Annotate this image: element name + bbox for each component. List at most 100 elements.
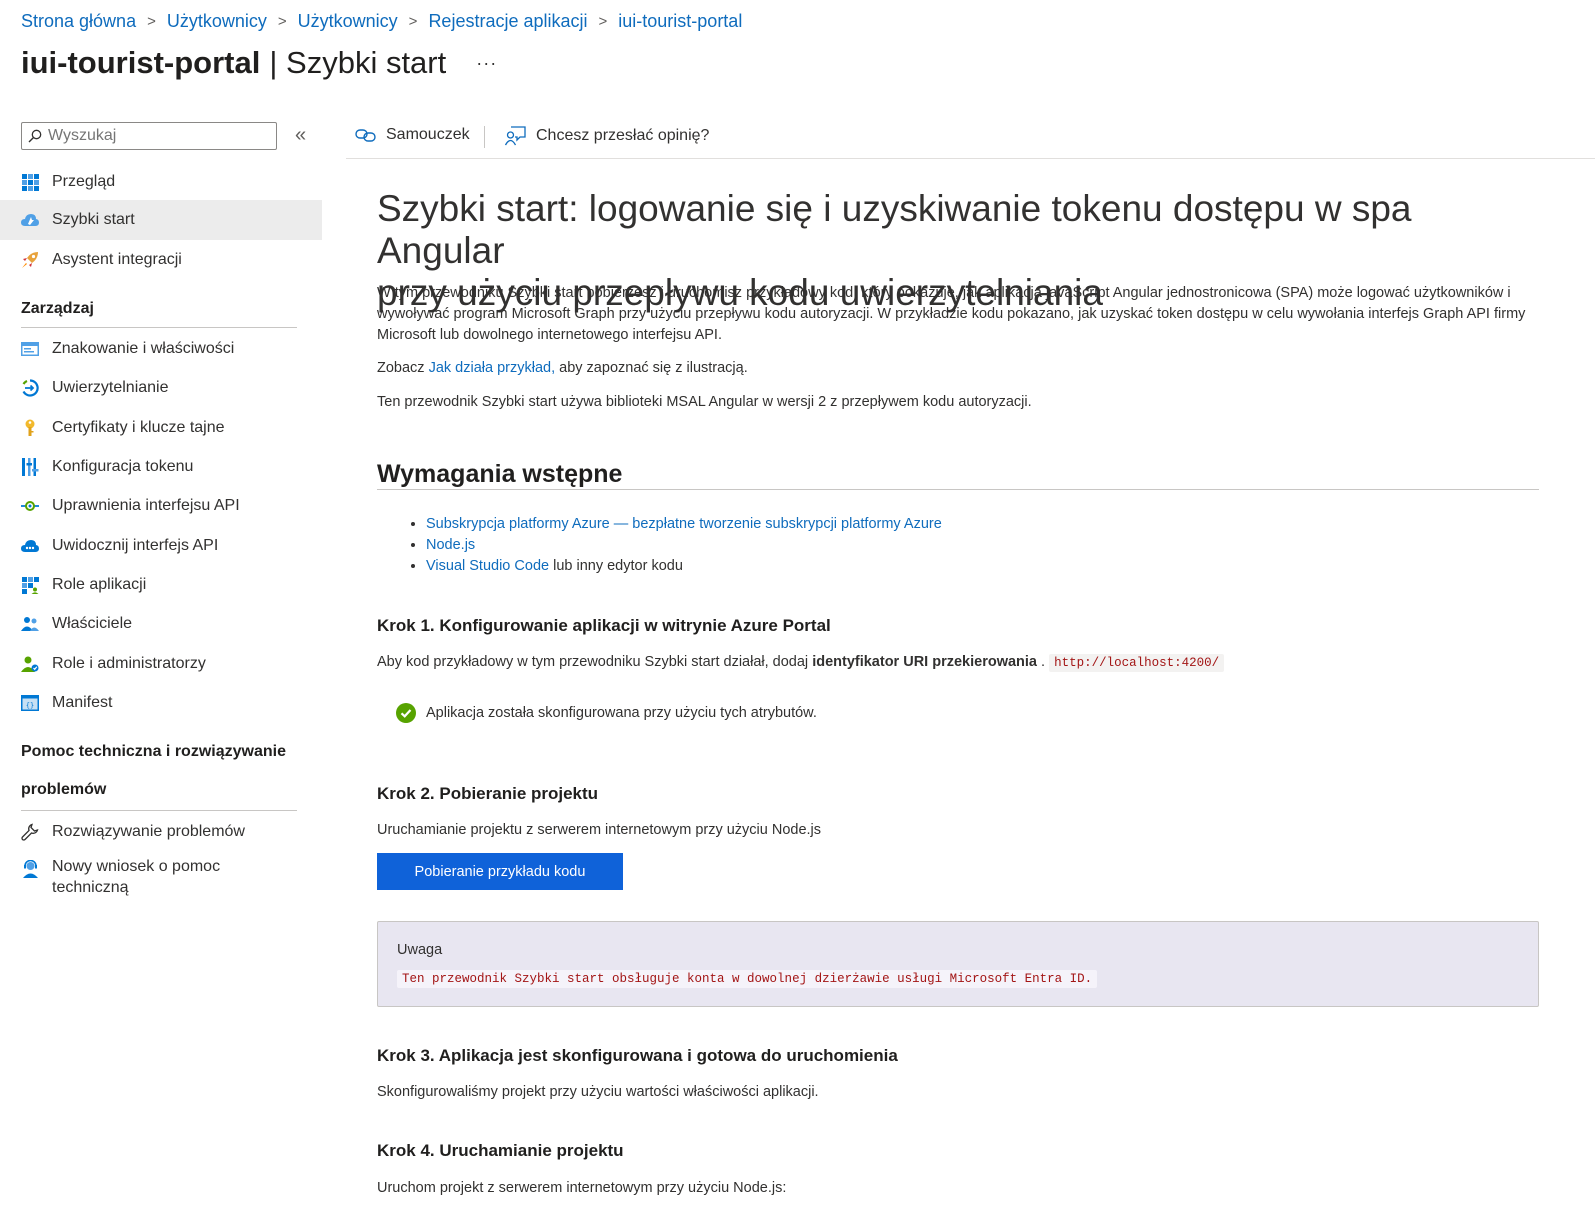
sidebar-item-label: Szybki start [52,211,135,228]
roles-admins-icon [21,655,39,673]
support-heading-line1: Pomoc techniczna i rozwiązywanie [21,743,286,760]
heading-underline [377,489,1539,490]
sidebar-item-quickstart[interactable]: Szybki start [0,200,322,240]
editor-text: lub inny edytor kodu [549,558,683,574]
expose-api-cloud-icon [21,537,39,555]
breadcrumb: Strona główna > Użytkownicy > Użytkownic… [21,11,742,32]
quickstart-title-line1: Szybki start: logowanie się i uzyskiwani… [377,188,1412,271]
wrench-icon [21,823,39,841]
sidebar: « Przegląd Szybki start [0,122,322,896]
sidebar-item-expose-api[interactable]: Uwidocznij interfejs API [0,526,322,566]
sidebar-item-label-line1: Nowy wniosek o pomoc [52,858,221,875]
chevron-right-icon: > [408,13,418,30]
feedback-button[interactable]: Chcesz przesłać opinię? [505,126,709,146]
redirect-uri-code: http://localhost:4200/ [1049,654,1225,672]
sidebar-item-label: Uprawnienia interfejsu API [52,497,240,514]
step1-paragraph: Aby kod przykładowy w tym przewodniku Sz… [377,652,1527,674]
check-circle-icon [396,703,416,723]
note-body: Ten przewodnik Szybki start obsługuje ko… [397,969,1098,988]
search-box[interactable] [21,122,277,150]
sidebar-item-api-permissions[interactable]: Uprawnienia interfejsu API [0,486,322,526]
support-heading: Pomoc techniczna i rozwiązywanie problem… [21,743,286,799]
breadcrumb-home[interactable]: Strona główna [21,11,136,32]
step3-heading: Krok 3. Aplikacja jest skonfigurowana i … [377,1046,898,1065]
sidebar-item-new-support-request[interactable]: Nowy wniosek o pomoc techniczną [0,856,322,904]
app-roles-grid-icon [21,576,39,594]
sidebar-item-label: Role i administratorzy [52,655,206,672]
step4-paragraph: Uruchom projekt z serwerem internetowym … [377,1180,787,1196]
how-sample-works-link[interactable]: Jak działa przykład, [429,360,556,376]
list-item: Subskrypcja platformy Azure — bezpłatne … [426,514,942,535]
breadcrumb-users-2[interactable]: Użytkownicy [298,11,398,32]
feedback-label: Chcesz przesłać opinię? [536,127,710,144]
sidebar-item-label: Znakowanie i właściwości [52,340,235,357]
divider [21,327,297,328]
sidebar-item-troubleshooting[interactable]: Rozwiązywanie problemów [0,812,322,852]
token-bars-icon [21,458,39,476]
sidebar-item-label: Nowy wniosek o pomoc techniczną [52,856,220,898]
manifest-icon: {} [21,694,39,712]
breadcrumb-users[interactable]: Użytkownicy [167,11,267,32]
sidebar-item-authentication[interactable]: Uwierzytelnianie [0,368,322,408]
sidebar-item-label: Asystent integracji [52,251,182,268]
page-title: iui-tourist-portal | Szybki start ··· [21,45,497,81]
prerequisites-list: Subskrypcja platformy Azure — bezpłatne … [407,514,942,577]
chevron-right-icon: > [277,13,287,30]
feedback-icon [505,126,526,146]
owners-icon [21,615,39,633]
breadcrumb-app[interactable]: iui-tourist-portal [618,11,742,32]
sidebar-item-label: Uwierzytelnianie [52,379,169,396]
breadcrumb-app-registrations[interactable]: Rejestracje aplikacji [428,11,587,32]
download-sample-button[interactable]: Pobieranie przykładu kodu [377,853,623,890]
sidebar-item-label: Konfiguracja tokenu [52,458,194,475]
sidebar-item-roles-admins[interactable]: Role i administratorzy [0,644,322,684]
support-heading-line2: problemów [21,781,107,798]
step1-heading: Krok 1. Konfigurowanie aplikacji w witry… [377,616,831,635]
tutorial-button[interactable]: Samouczek [355,126,470,144]
page-name: | Szybki start [269,45,447,80]
nodejs-link[interactable]: Node.js [426,537,475,553]
sidebar-item-owners[interactable]: Właściciele [0,604,322,644]
step4-heading: Krok 4. Uruchamianie projektu [377,1141,624,1160]
chevron-right-icon: > [598,13,608,30]
key-icon [21,419,39,437]
sidebar-item-certificates[interactable]: Certyfikaty i klucze tajne [0,408,322,448]
step2-heading: Krok 2. Pobieranie projektu [377,784,599,803]
sidebar-item-label: Przegląd [52,173,116,190]
configured-status: Aplikacja została skonfigurowana przy uż… [396,703,817,723]
branding-icon [21,340,39,358]
sidebar-item-manifest[interactable]: {} Manifest [0,683,322,723]
sidebar-item-app-roles[interactable]: Role aplikacji [0,565,322,605]
prerequisites-heading: Wymagania wstępne [377,460,623,488]
azure-subscription-link[interactable]: Subskrypcja platformy Azure — bezpłatne … [426,516,942,532]
step1-dot: . [1037,654,1050,670]
step3-paragraph: Skonfigurowaliśmy projekt przy użyciu wa… [377,1084,819,1100]
list-item: Node.js [426,535,942,556]
note-callout: Uwaga Ten przewodnik Szybki start obsług… [377,921,1539,1007]
more-options-button[interactable]: ··· [476,53,497,74]
step2-paragraph: Uruchamianie projektu z serwerem interne… [377,822,822,838]
overview-grid-icon [21,173,39,191]
note-code: Ten przewodnik Szybki start obsługuje ko… [397,970,1098,988]
vscode-link[interactable]: Visual Studio Code [426,558,549,574]
note-title: Uwaga [397,942,443,958]
sidebar-item-label: Certyfikaty i klucze tajne [52,419,225,436]
sidebar-item-branding[interactable]: Znakowanie i właściwości [0,329,322,369]
toolbar-divider [484,126,485,148]
sidebar-item-label: Uwidocznij interfejs API [52,537,219,554]
intro-paragraph: W tym przewodniku Szybki start pobierzes… [377,285,1526,343]
sidebar-item-overview[interactable]: Przegląd [0,162,322,202]
search-icon [28,129,42,143]
sidebar-item-token-configuration[interactable]: Konfiguracja tokenu [0,447,322,487]
link-chain-icon [355,129,376,142]
manage-heading: Zarządzaj [21,300,94,317]
divider [21,810,297,811]
step1-text: Aby kod przykładowy w tym przewodniku Sz… [377,654,813,670]
redirect-uri-label: identyfikator URI przekierowania [812,654,1037,670]
sidebar-item-integration-assistant[interactable]: Asystent integracji [0,240,322,280]
sidebar-item-label: Role aplikacji [52,576,147,593]
see-example-paragraph: Zobacz Jak działa przykład, aby zapoznać… [377,358,1527,379]
search-input[interactable] [46,126,250,146]
support-person-icon [21,860,39,878]
collapse-sidebar-button[interactable]: « [295,124,306,147]
